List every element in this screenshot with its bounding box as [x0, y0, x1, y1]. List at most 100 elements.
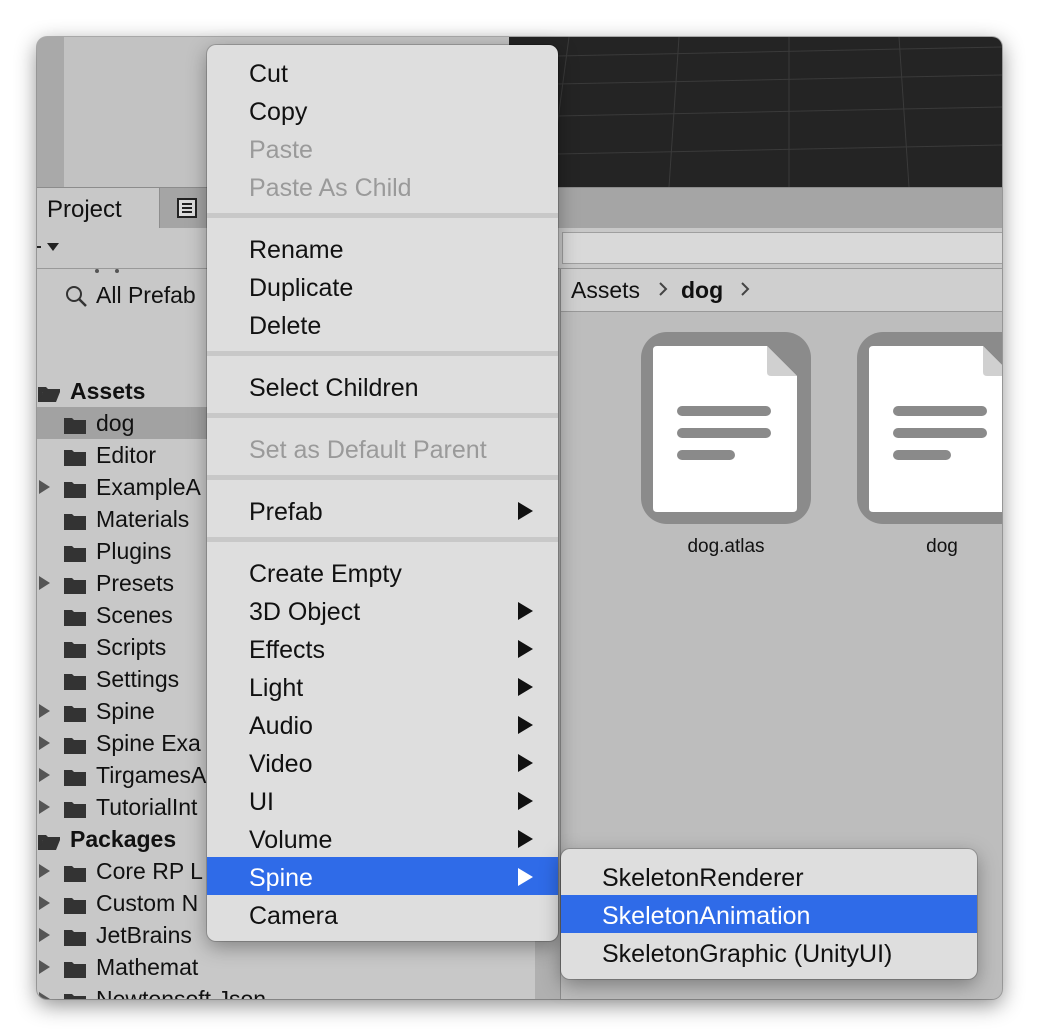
tree-folder-label: Mathemat [96, 954, 199, 980]
menu-item-video[interactable]: Video [207, 743, 558, 781]
folder-icon [63, 766, 87, 786]
folder-icon [63, 990, 87, 999]
breadcrumb-assets[interactable]: Assets [571, 277, 640, 304]
menu-item-label: Select Children [249, 374, 419, 402]
tree-folder-label: Scripts [96, 634, 167, 660]
menu-item-3d-object[interactable]: 3D Object [207, 591, 558, 629]
scroll-indicator [95, 269, 119, 273]
menu-item-select-children[interactable]: Select Children [207, 367, 558, 405]
menu-item-audio[interactable]: Audio [207, 705, 558, 743]
expand-arrow-icon[interactable] [39, 768, 50, 782]
tab-project-label: Project [47, 196, 122, 223]
folder-icon [63, 862, 87, 882]
menu-item-label: Paste As Child [249, 174, 412, 202]
all-prefabs-label: All Prefab [96, 282, 196, 308]
expand-arrow-icon[interactable] [39, 704, 50, 718]
menu-item-label: Spine [249, 864, 313, 892]
expand-arrow-icon[interactable] [39, 992, 50, 999]
folder-icon [63, 702, 87, 722]
expand-arrow-icon[interactable] [39, 864, 50, 878]
folder-icon [63, 606, 87, 626]
menu-item-prefab[interactable]: Prefab [207, 491, 558, 529]
menu-item-camera[interactable]: Camera [207, 895, 558, 933]
menu-item-label: Cut [249, 60, 288, 88]
chevron-right-icon [659, 282, 668, 296]
console-tab-icon[interactable] [177, 198, 197, 218]
tree-folder-label: Plugins [96, 538, 172, 564]
folder-icon [63, 894, 87, 914]
tree-folder-label: Spine [96, 698, 155, 724]
menu-item-create-empty[interactable]: Create Empty [207, 553, 558, 591]
expand-arrow-icon[interactable] [39, 896, 50, 910]
folder-icon [63, 798, 87, 818]
asset-item[interactable]: dog [857, 332, 1002, 562]
search-icon [66, 286, 87, 307]
expand-arrow-icon[interactable] [39, 960, 50, 974]
asset-caption: dog [926, 536, 958, 557]
folder-icon [37, 830, 61, 850]
menu-item-label: Camera [249, 902, 338, 930]
side-panel-strip [37, 37, 64, 187]
asset-thumbnail [857, 332, 1002, 524]
tree-folder-row[interactable]: Mathemat [37, 951, 535, 983]
create-dash-icon [37, 246, 41, 248]
menu-item-effects[interactable]: Effects [207, 629, 558, 667]
expand-arrow-icon[interactable] [39, 928, 50, 942]
menu-item-label: 3D Object [249, 598, 361, 626]
folder-icon [63, 638, 87, 658]
menu-item-light[interactable]: Light [207, 667, 558, 705]
menu-item-rename[interactable]: Rename [207, 229, 558, 267]
menu-item-label: Set as Default Parent [249, 436, 487, 464]
tree-folder-label: Presets [96, 570, 174, 596]
text-file-icon [653, 346, 797, 512]
tree-folder-label: Packages [70, 826, 177, 852]
expand-arrow-icon[interactable] [39, 480, 50, 494]
tree-folder-label: dog [96, 410, 135, 436]
menu-item-copy[interactable]: Copy [207, 91, 558, 129]
scene-grid [509, 37, 1002, 187]
expand-arrow-icon[interactable] [39, 736, 50, 750]
tree-folder-label: Materials [96, 506, 190, 532]
menu-item-ui[interactable]: UI [207, 781, 558, 819]
submenu-item-skeletongraphic-unityui[interactable]: SkeletonGraphic (UnityUI) [561, 933, 977, 971]
menu-item-cut[interactable]: Cut [207, 53, 558, 91]
tree-folder-row[interactable]: Newtonsoft Json [37, 983, 535, 999]
project-search-field[interactable] [562, 232, 1002, 264]
submenu-arrow-icon [518, 502, 533, 520]
folder-icon [63, 414, 87, 434]
menu-item-delete[interactable]: Delete [207, 305, 558, 343]
menu-item-label: Copy [249, 98, 308, 126]
menu-separator [207, 351, 558, 356]
menu-item-label: SkeletonAnimation [602, 902, 811, 930]
menu-item-label: Video [249, 750, 313, 778]
submenu-item-skeletonrenderer[interactable]: SkeletonRenderer [561, 857, 977, 895]
tree-folder-label: Newtonsoft Json [96, 986, 267, 999]
asset-item[interactable]: dog.atlas [641, 332, 811, 562]
submenu-arrow-icon [518, 830, 533, 848]
menu-item-volume[interactable]: Volume [207, 819, 558, 857]
tab-project[interactable]: Project [37, 188, 160, 229]
folder-icon [63, 478, 87, 498]
breadcrumb-dog[interactable]: dog [681, 277, 723, 304]
create-dropdown-icon[interactable] [47, 243, 59, 251]
submenu-arrow-icon [518, 868, 533, 886]
tree-folder-label: TirgamesA [96, 762, 207, 788]
tree-folder-label: Core RP L [96, 858, 203, 884]
expand-arrow-icon[interactable] [39, 800, 50, 814]
menu-separator [207, 213, 558, 218]
menu-item-label: SkeletonRenderer [602, 864, 804, 892]
expand-arrow-icon[interactable] [39, 576, 50, 590]
tree-folder-label: Scenes [96, 602, 173, 628]
tree-folder-label: Settings [96, 666, 180, 692]
asset-caption: dog.atlas [687, 536, 765, 557]
scene-view[interactable] [509, 37, 1002, 187]
folder-icon [37, 382, 61, 402]
folder-icon [63, 446, 87, 466]
menu-item-label: Duplicate [249, 274, 354, 302]
asset-thumbnail [641, 332, 811, 524]
menu-item-label: Create Empty [249, 560, 402, 588]
menu-item-duplicate[interactable]: Duplicate [207, 267, 558, 305]
submenu-item-skeletonanimation[interactable]: SkeletonAnimation [561, 895, 977, 933]
menu-separator [207, 537, 558, 542]
menu-item-spine[interactable]: Spine [207, 857, 558, 895]
